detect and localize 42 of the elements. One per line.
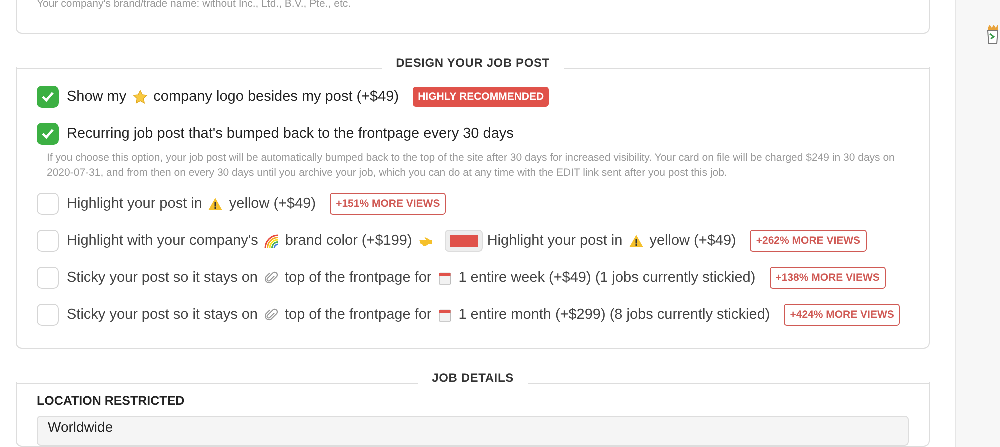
option-label: Show my <box>67 89 127 105</box>
section-title: DESIGN YOUR JOB POST <box>395 56 551 70</box>
check-icon <box>41 90 55 104</box>
checkbox[interactable] <box>37 123 59 145</box>
option-label: 1 entire month (+$299) (8 jobs currently stickied) <box>458 307 770 323</box>
color-picker[interactable] <box>445 230 484 252</box>
option-label: Highlight your post in <box>67 196 202 212</box>
paperclip-icon <box>264 270 279 286</box>
option-label: Highlight your post in <box>487 233 623 249</box>
views-badge: +424% MORE VIEWS <box>784 304 900 326</box>
option-label: brand color (+$199) <box>285 233 412 249</box>
checkbox[interactable] <box>37 267 59 289</box>
star-icon <box>132 90 148 104</box>
views-badge: +151% MORE VIEWS <box>330 193 446 215</box>
section-title: JOB DETAILS <box>431 371 515 385</box>
calendar-icon <box>438 270 453 286</box>
checkbox[interactable] <box>37 193 59 215</box>
option-label: Sticky your post so it stays on <box>67 307 258 323</box>
views-badge: +262% MORE VIEWS <box>750 230 867 252</box>
option-label: top of the frontpage for <box>285 307 432 323</box>
option-label: company logo besides my post (+$49) <box>154 89 400 105</box>
check-icon <box>41 127 55 141</box>
option-label: yellow (+$49) <box>229 196 316 212</box>
views-badge: HIGHLY RECOMMENDED <box>413 87 550 107</box>
option-label: Sticky your post so it stays on <box>67 270 258 286</box>
checkbox[interactable] <box>37 304 59 326</box>
option-label: top of the frontpage for <box>285 270 432 286</box>
warning-icon <box>208 196 224 212</box>
option-label: Highlight with your company's <box>67 233 258 249</box>
paperclip-icon <box>264 308 279 322</box>
warning-icon <box>628 234 644 248</box>
option-note: If you choose this option, your job post will be automatically bumped back to the top of the site after 30 days for increased visibility. Your card on file will be charged $249 in 30 days on 2020-07-31, and from then on every 30 days until you archive your job, which you can do at any time with the EDIT link sent after you post this job. <box>46 151 896 181</box>
checkbox[interactable] <box>37 86 59 108</box>
location-field[interactable]: Worldwide <box>37 416 909 446</box>
option-label: 1 entire week (+$49) (1 jobs currently stickied) <box>458 270 756 286</box>
rainbow-icon <box>264 234 280 248</box>
calendar-icon <box>438 308 453 322</box>
views-badge: +138% MORE VIEWS <box>770 267 886 289</box>
option-label: yellow (+$49) <box>650 233 736 249</box>
field-label: LOCATION RESTRICTED <box>37 394 186 408</box>
option-label: Recurring job post that's bumped back to the frontpage every 30 days <box>67 126 514 142</box>
checkbox[interactable] <box>37 230 59 252</box>
